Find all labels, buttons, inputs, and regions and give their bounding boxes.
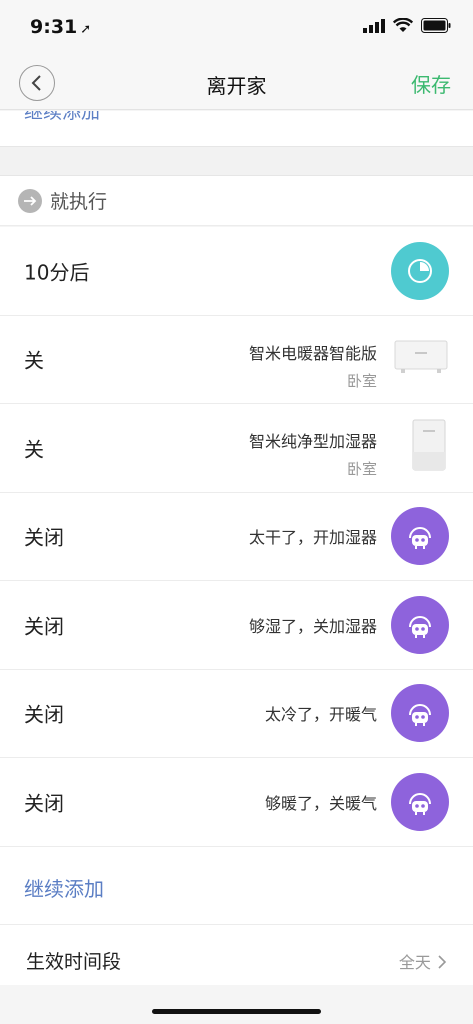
device-info: 智米纯净型加湿器 卧室: [249, 428, 377, 479]
continue-add-link[interactable]: 继续添加: [24, 873, 104, 902]
action-label: 关闭: [24, 525, 64, 550]
action-list: 10分后 关 智米电暖器智能版 卧室 关 智米纯净型加湿器 卧室 关闭 太干了，…: [0, 227, 473, 985]
content-area[interactable]: 继续添加 就执行 10分后 关 智米电暖器智能版 卧室 关 智米纯净型加湿器 卧…: [0, 111, 473, 1024]
list-item[interactable]: 关闭 太干了，开加湿器: [0, 493, 473, 581]
device-room: 卧室: [346, 371, 377, 390]
home-indicator[interactable]: [152, 1009, 321, 1014]
effective-time-text: 全天: [398, 952, 431, 972]
device-room: 卧室: [346, 460, 377, 478]
wifi-icon: [393, 18, 413, 32]
action-label: 关: [24, 437, 44, 462]
robot-scene-icon: [391, 772, 449, 831]
top-add-row: 继续添加: [0, 111, 473, 146]
list-item[interactable]: 关 智米纯净型加湿器 卧室: [0, 404, 473, 493]
continue-add-link-top[interactable]: 继续添加: [24, 111, 100, 124]
execute-section-header: 就执行: [0, 176, 473, 226]
effective-time-value: 全天: [399, 949, 447, 973]
scene-name: 太冷了，开暖气: [264, 705, 377, 725]
battery-icon: [421, 18, 451, 33]
arrow-right-icon: [18, 188, 42, 213]
clock-text: 9:31: [30, 16, 78, 38]
status-indicators: [363, 18, 451, 33]
action-label: 关: [24, 348, 44, 373]
navigation-bar: 离开家 保存: [0, 56, 473, 110]
list-item[interactable]: 10分后: [0, 227, 473, 316]
device-info: 智米电暖器智能版 卧室: [249, 340, 377, 391]
save-button[interactable]: 保存: [411, 69, 451, 98]
action-label: 关闭: [24, 791, 64, 816]
device-name: 智米纯净型加湿器: [248, 432, 377, 451]
effective-time-label: 生效时间段: [26, 950, 122, 973]
action-label: 10分后: [24, 260, 90, 285]
action-label: 关闭: [24, 614, 64, 639]
timer-icon: [391, 241, 449, 300]
list-item[interactable]: 关闭 太冷了，开暖气: [0, 670, 473, 758]
heater-device-icon: [393, 337, 449, 381]
robot-scene-icon: [391, 595, 449, 654]
scene-name: 够暖了，关暖气: [264, 793, 377, 813]
section-divider: [0, 146, 473, 176]
scene-name: 够湿了，关加湿器: [248, 616, 377, 636]
page-title: 离开家: [206, 74, 267, 98]
cellular-signal-icon: [363, 18, 385, 33]
section-label: 就执行: [50, 191, 108, 213]
humidifier-device-icon: [409, 418, 449, 478]
chevron-right-icon: [438, 954, 447, 969]
status-bar: 9:31 ➚: [0, 0, 473, 56]
location-arrow-icon: ➚: [80, 22, 92, 37]
action-label: 关闭: [24, 702, 64, 727]
scene-name: 太干了，开加湿器: [248, 528, 377, 548]
list-item[interactable]: 关闭 够湿了，关加湿器: [0, 581, 473, 670]
status-time: 9:31 ➚: [30, 16, 91, 38]
robot-scene-icon: [391, 507, 449, 566]
continue-add-row: 继续添加: [0, 846, 473, 925]
robot-scene-icon: [391, 684, 449, 743]
effective-time-row[interactable]: 生效时间段 全天: [0, 924, 473, 985]
list-item[interactable]: 关闭 够暖了，关暖气: [0, 758, 473, 847]
list-item[interactable]: 关 智米电暖器智能版 卧室: [0, 316, 473, 404]
device-name: 智米电暖器智能版: [248, 343, 377, 363]
